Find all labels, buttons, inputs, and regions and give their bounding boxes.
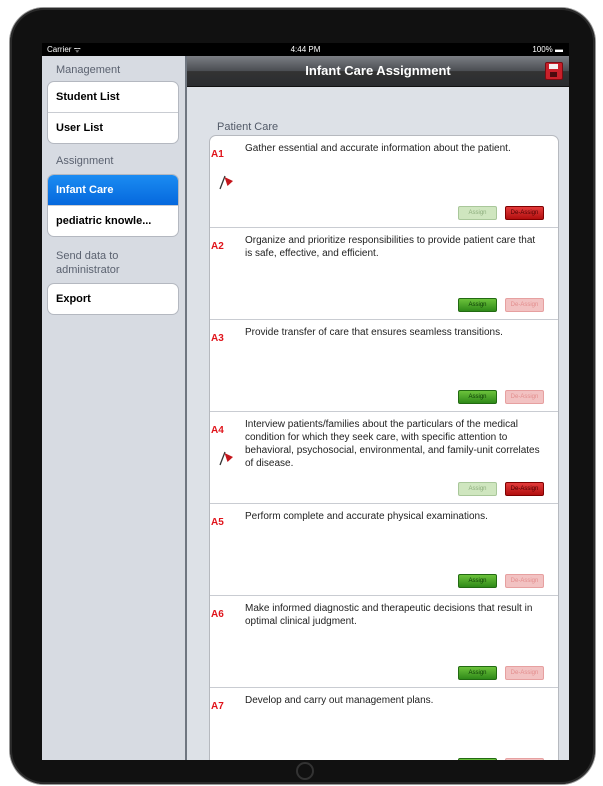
export-group: Export	[47, 283, 179, 315]
item-description: Gather essential and accurate informatio…	[245, 143, 511, 154]
sidebar: Management Student List User List Assign…	[42, 56, 185, 760]
home-button[interactable]	[296, 762, 314, 780]
list-item: A7 Develop and carry out management plans…	[210, 688, 558, 760]
item-code: A1	[211, 149, 224, 160]
item-code: A7	[211, 701, 224, 712]
deassign-button[interactable]: De-Assign	[505, 206, 544, 220]
flag-icon	[219, 451, 233, 466]
list-item: A2 Organize and prioritize responsibiliti…	[210, 228, 558, 320]
save-icon[interactable]	[545, 62, 563, 80]
assign-button[interactable]: Assign	[458, 206, 497, 220]
detail-pane: Patient Care A1 Gather essential and accu…	[187, 87, 569, 760]
item-code: A2	[211, 241, 224, 252]
assign-button[interactable]: Assign	[458, 390, 497, 404]
deassign-button[interactable]: De-Assign	[505, 574, 544, 588]
sidebar-item-pediatric-knowledge[interactable]: pediatric knowle...	[48, 206, 178, 236]
item-code: A3	[211, 333, 224, 344]
page-title: Infant Care Assignment	[305, 63, 451, 78]
send-data-header-line1: Send data to	[56, 250, 119, 262]
assign-button[interactable]: Assign	[458, 482, 497, 496]
item-code: A5	[211, 517, 224, 528]
sidebar-item-student-list[interactable]: Student List	[48, 82, 178, 113]
send-data-header-line2: administrator	[56, 264, 120, 276]
sidebar-item-infant-care[interactable]: Infant Care	[48, 175, 178, 206]
battery-indicator: 100% ▬	[532, 45, 563, 54]
deassign-button[interactable]: De-Assign	[505, 666, 544, 680]
assign-button[interactable]: Assign	[458, 758, 497, 760]
management-group: Student List User List	[47, 81, 179, 144]
list-item: A5 Perform complete and accurate physical…	[210, 504, 558, 596]
deassign-button[interactable]: De-Assign	[505, 758, 544, 760]
item-description: Make informed diagnostic and therapeutic…	[245, 603, 533, 627]
item-description: Develop and carry out management plans.	[245, 695, 434, 706]
list-item: A4 Interview patients/families about the …	[210, 412, 558, 504]
item-description: Organize and prioritize responsibilities…	[245, 235, 536, 259]
item-code: A6	[211, 609, 224, 620]
item-code: A4	[211, 425, 224, 436]
list-item: A3 Provide transfer of care that ensures …	[210, 320, 558, 412]
management-header: Management	[56, 64, 121, 76]
section-title: Patient Care	[217, 121, 279, 133]
item-description: Interview patients/families about the pa…	[245, 419, 540, 469]
list-item: A6 Make informed diagnostic and therapeut…	[210, 596, 558, 688]
clock-label: 4:44 PM	[290, 45, 321, 54]
assign-button[interactable]: Assign	[458, 574, 497, 588]
sidebar-item-export[interactable]: Export	[48, 284, 178, 314]
list-item: A1 Gather essential and accurate informat…	[210, 136, 558, 228]
assignment-list: A1 Gather essential and accurate informat…	[209, 135, 559, 760]
app-screen: Carrier ᯤ 4:44 PM 100% ▬ Management Stud…	[42, 43, 569, 760]
assign-button[interactable]: Assign	[458, 666, 497, 680]
assignment-group: Infant Care pediatric knowle...	[47, 174, 179, 237]
deassign-button[interactable]: De-Assign	[505, 390, 544, 404]
deassign-button[interactable]: De-Assign	[505, 298, 544, 312]
item-description: Perform complete and accurate physical e…	[245, 511, 488, 522]
flag-icon	[219, 175, 233, 190]
item-description: Provide transfer of care that ensures se…	[245, 327, 503, 338]
nav-bar: Infant Care Assignment	[187, 56, 569, 87]
deassign-button[interactable]: De-Assign	[505, 482, 544, 496]
assign-button[interactable]: Assign	[458, 298, 497, 312]
sidebar-item-user-list[interactable]: User List	[48, 113, 178, 143]
status-bar: Carrier ᯤ 4:44 PM 100% ▬	[42, 43, 569, 56]
assignment-header: Assignment	[56, 155, 114, 167]
